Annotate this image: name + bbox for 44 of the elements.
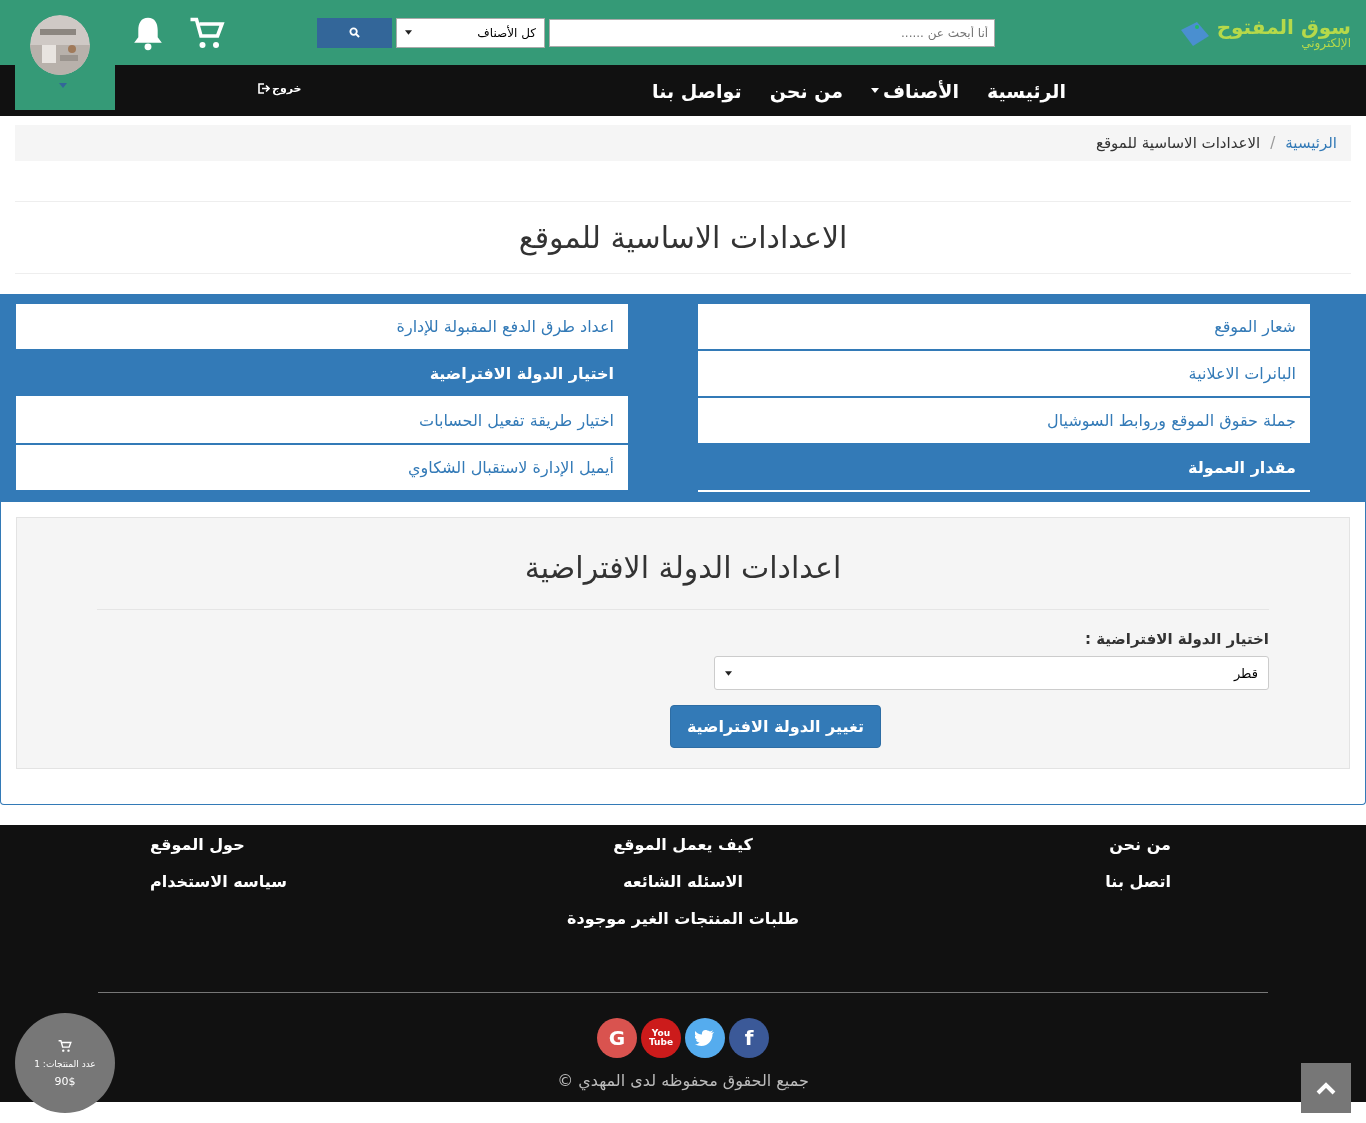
youtube-icon[interactable]: You Tube (641, 1018, 681, 1058)
logo-title: سوق المفتوح (1216, 16, 1351, 37)
breadcrumb-link[interactable]: الرئيسية (1285, 134, 1337, 152)
footer-link[interactable]: من نحن (1109, 835, 1171, 854)
product-count: عدد المنتجات: 1 (34, 1058, 96, 1069)
caret-icon (725, 670, 732, 676)
facebook-icon[interactable]: f (729, 1018, 769, 1058)
chevron-up-icon (1316, 1081, 1336, 1095)
settings-menu-item[interactable]: البانرات الاعلانية (698, 351, 1310, 398)
copyright-text: جميع الحقوق محفوظه لدى المهدي © (557, 1071, 809, 1090)
submit-button[interactable]: تغيير الدولة الافتراضية (669, 705, 881, 748)
page-title: الاعدادات الاساسية للموقع (15, 201, 1351, 274)
settings-menu-item[interactable]: اعداد طرق الدفع المقبولة للإدارة (16, 304, 628, 351)
footer-link[interactable]: طلبات المنتجات الغير موجودة (567, 909, 799, 928)
twitter-icon[interactable] (685, 1018, 725, 1058)
settings-menu-item[interactable]: جملة حقوق الموقع وروابط السوشيال (698, 398, 1310, 445)
form-title: اعدادات الدولة الافتراضية (97, 538, 1269, 610)
settings-menu-item[interactable]: اختيار طريقة تفعيل الحسابات (16, 398, 628, 445)
footer-link[interactable]: حول الموقع (150, 835, 245, 854)
caret-icon (404, 30, 412, 35)
search-icon (348, 27, 360, 38)
nav-link[interactable]: الأصناف (871, 79, 960, 102)
country-select[interactable]: قطر (714, 656, 1269, 690)
logout-link[interactable]: خروج (258, 82, 302, 95)
cart-icon[interactable] (58, 1038, 72, 1053)
search-button[interactable] (317, 17, 392, 48)
settings-menu-item[interactable]: شعار الموقع (698, 304, 1310, 351)
footer-link[interactable]: سياسه الاستخدام (150, 872, 287, 891)
field-label: اختيار الدولة الافتراضية : (1083, 630, 1269, 648)
nav-link[interactable]: الرئيسية (987, 79, 1066, 102)
logout-icon (258, 83, 270, 94)
footer-link[interactable]: اتصل بنا (1105, 872, 1171, 891)
breadcrumb-separator: / (1270, 134, 1276, 152)
caret-icon[interactable] (59, 83, 67, 88)
footer-link[interactable]: الاسئله الشائعه (623, 872, 743, 891)
category-select[interactable]: كل الأصناف (395, 17, 546, 48)
google-icon[interactable]: G (597, 1018, 637, 1058)
settings-menu-item[interactable]: أيميل الإدارة لاستقبال الشكاوي (16, 445, 628, 492)
nav-link[interactable]: من نحن (769, 79, 844, 102)
breadcrumb-current: الاعدادات الاساسية للموقع (1095, 134, 1261, 152)
cart-total: 90$ (54, 1074, 76, 1088)
footer-link[interactable]: كيف يعمل الموقع (613, 835, 753, 854)
scroll-top-button[interactable] (1301, 1063, 1351, 1113)
nav-link[interactable]: تواصل بنا (652, 79, 742, 102)
